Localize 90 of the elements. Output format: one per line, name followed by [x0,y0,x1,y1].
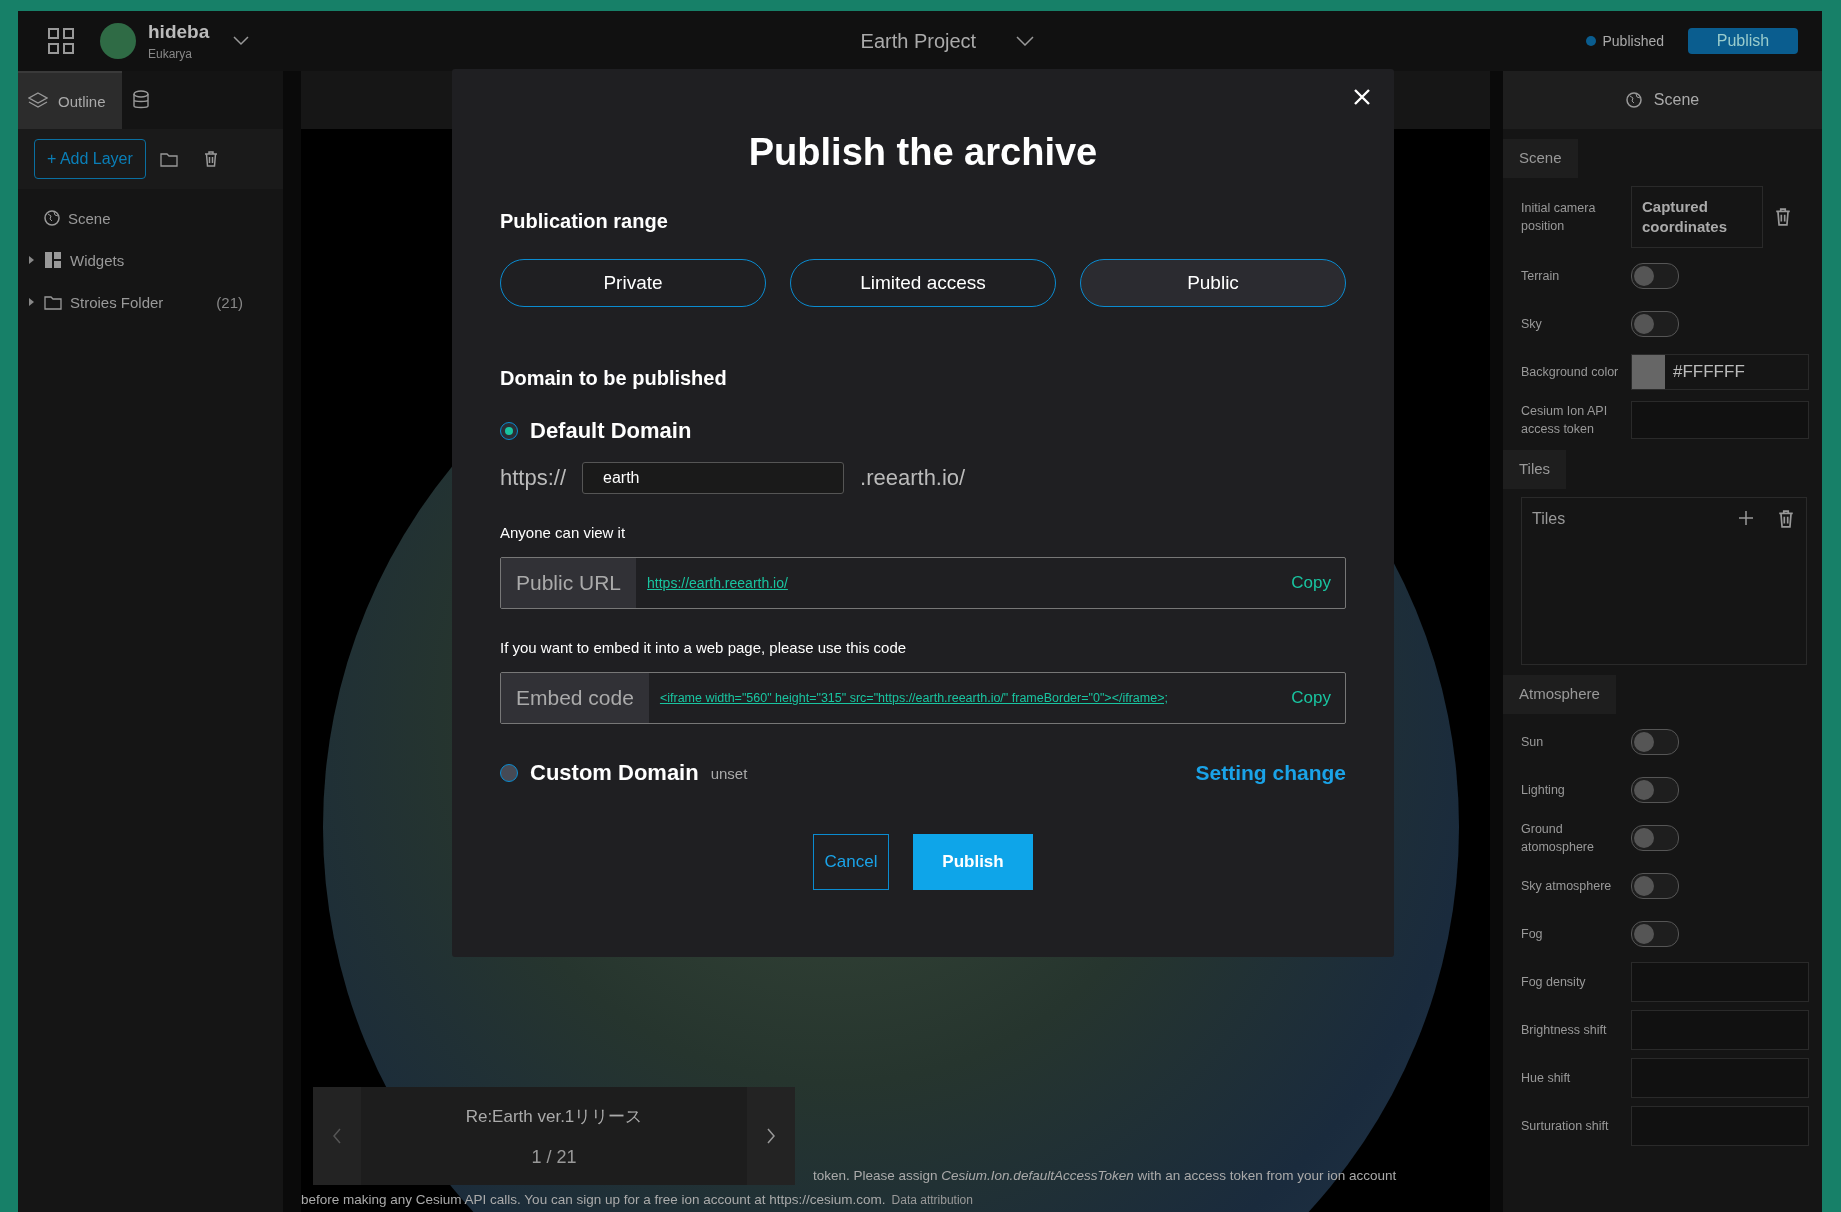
number-input[interactable] [1631,962,1809,1002]
field-label: Embed code [501,673,649,723]
camera-position-value[interactable]: Captured coordinates [1631,186,1763,248]
project-title: Earth Project [860,29,977,53]
toggle-switch[interactable] [1631,921,1679,947]
user-name: hideba [148,21,210,43]
toggle-switch[interactable] [1631,873,1679,899]
field-label: Cesium Ion API access token [1521,403,1609,438]
field-label: Public URL [501,558,637,608]
field-label: Initial camera position [1521,200,1597,235]
field-label: Sun [1521,734,1545,751]
data-attribution-link[interactable]: Data attribution [891,1193,973,1207]
trash-icon[interactable] [1775,208,1791,226]
panel-title: Scene [1653,91,1700,109]
color-field[interactable]: #FFFFFF [1631,354,1809,390]
setting-change-link[interactable]: Setting change [1195,761,1346,785]
avatar[interactable] [100,23,136,59]
field-label: Sky atmosphere [1521,878,1613,895]
copy-button[interactable]: Copy [1277,558,1345,608]
chevron-left-icon [332,1128,342,1144]
status-label: Published [1602,33,1664,49]
field-label: Fog [1521,926,1544,943]
field-label: Background color [1521,364,1620,381]
layers-icon [28,92,48,110]
story-title: Re:Earth ver.1リリース [465,1105,643,1128]
section-heading: Scene [1503,139,1578,178]
number-input[interactable] [1631,1010,1809,1050]
field-label: Fog density [1521,974,1587,991]
folder-icon [44,294,62,310]
field-label: Lighting [1521,782,1566,799]
layer-item[interactable]: Scene [18,197,283,239]
embed-code-link[interactable]: <iframe width="560" height="315" src="https://earth.reearth.io/" frameBorder="0"></iframe>; [648,673,1278,723]
team-name: Eukarya [148,47,194,61]
field-label: Hue shift [1521,1070,1572,1087]
tiles-title: Tiles [1532,510,1567,528]
url-suffix: .reearth.io/ [860,465,966,491]
field-label: Ground atomosphere [1521,821,1595,856]
cancel-button[interactable]: Cancel [813,834,889,890]
url-prefix: https:// [500,465,567,491]
public-url-link[interactable]: https://earth.reearth.io/ [636,558,1278,608]
public-note: Anyone can view it [500,524,627,541]
section-heading: Publication range [500,210,669,233]
range-option[interactable]: Public [1080,259,1346,307]
toggle-switch[interactable] [1631,777,1679,803]
field-label: Sky [1521,316,1543,333]
toggle-switch[interactable] [1631,263,1679,289]
layer-item[interactable]: Stroies Folder (21) [18,281,283,323]
token-input[interactable] [1631,401,1809,439]
publish-button[interactable]: Publish [1688,28,1798,54]
radio-button[interactable] [500,422,518,440]
chevron-down-icon[interactable] [233,36,250,46]
section-heading: Domain to be published [500,367,728,390]
database-icon [131,90,150,110]
subdomain-input[interactable]: earth [582,462,845,494]
toggle-switch[interactable] [1631,825,1679,851]
toggle-switch[interactable] [1631,311,1679,337]
field-label: Terrain [1521,268,1561,285]
apps-grid-icon[interactable] [48,28,74,54]
toggle-switch[interactable] [1631,729,1679,755]
field-label: Surturation shift [1521,1118,1610,1135]
caret-icon[interactable] [27,256,35,264]
close-icon [1354,89,1370,105]
section-heading: Tiles [1503,450,1567,489]
attribution-text: token. Please assign Cesium.Ion.defaultAccessToken with an access token from your ion account before making any Cesium API calls. You can sign up for a free ion account at https://cesium.com. Data attribution [301,1167,1398,1209]
chevron-right-icon [766,1128,776,1144]
embed-note: If you want to embed it into a web page, please use this code [500,639,908,656]
field-label: Brightness shift [1521,1022,1608,1039]
folder-icon[interactable] [159,151,178,167]
globe-icon [44,210,60,226]
dialog-title: Publish the archive [747,131,1099,174]
unset-note: unset [710,764,748,782]
trash-icon[interactable] [203,151,218,167]
copy-button[interactable]: Copy [1277,673,1345,723]
page-counter: 1 / 21 [531,1146,577,1168]
number-input[interactable] [1631,1106,1809,1146]
add-layer-button[interactable]: + Add Layer [34,139,146,179]
number-input[interactable] [1631,1058,1809,1098]
section-heading: Atmosphere [1503,675,1616,714]
plus-icon[interactable] [1738,510,1754,526]
radio-label: Custom Domain [530,760,699,786]
globe-icon [1625,92,1642,108]
trash-icon[interactable] [1778,510,1794,528]
layer-count: (21) [216,293,243,311]
radio-label: Default Domain [530,418,692,444]
radio-button[interactable] [500,764,518,782]
panel-tab[interactable]: Outline [18,71,122,129]
chevron-down-icon[interactable] [1016,36,1035,46]
widgets-icon [44,251,62,269]
caret-icon[interactable] [27,298,35,306]
layer-item[interactable]: Widgets [18,239,283,281]
